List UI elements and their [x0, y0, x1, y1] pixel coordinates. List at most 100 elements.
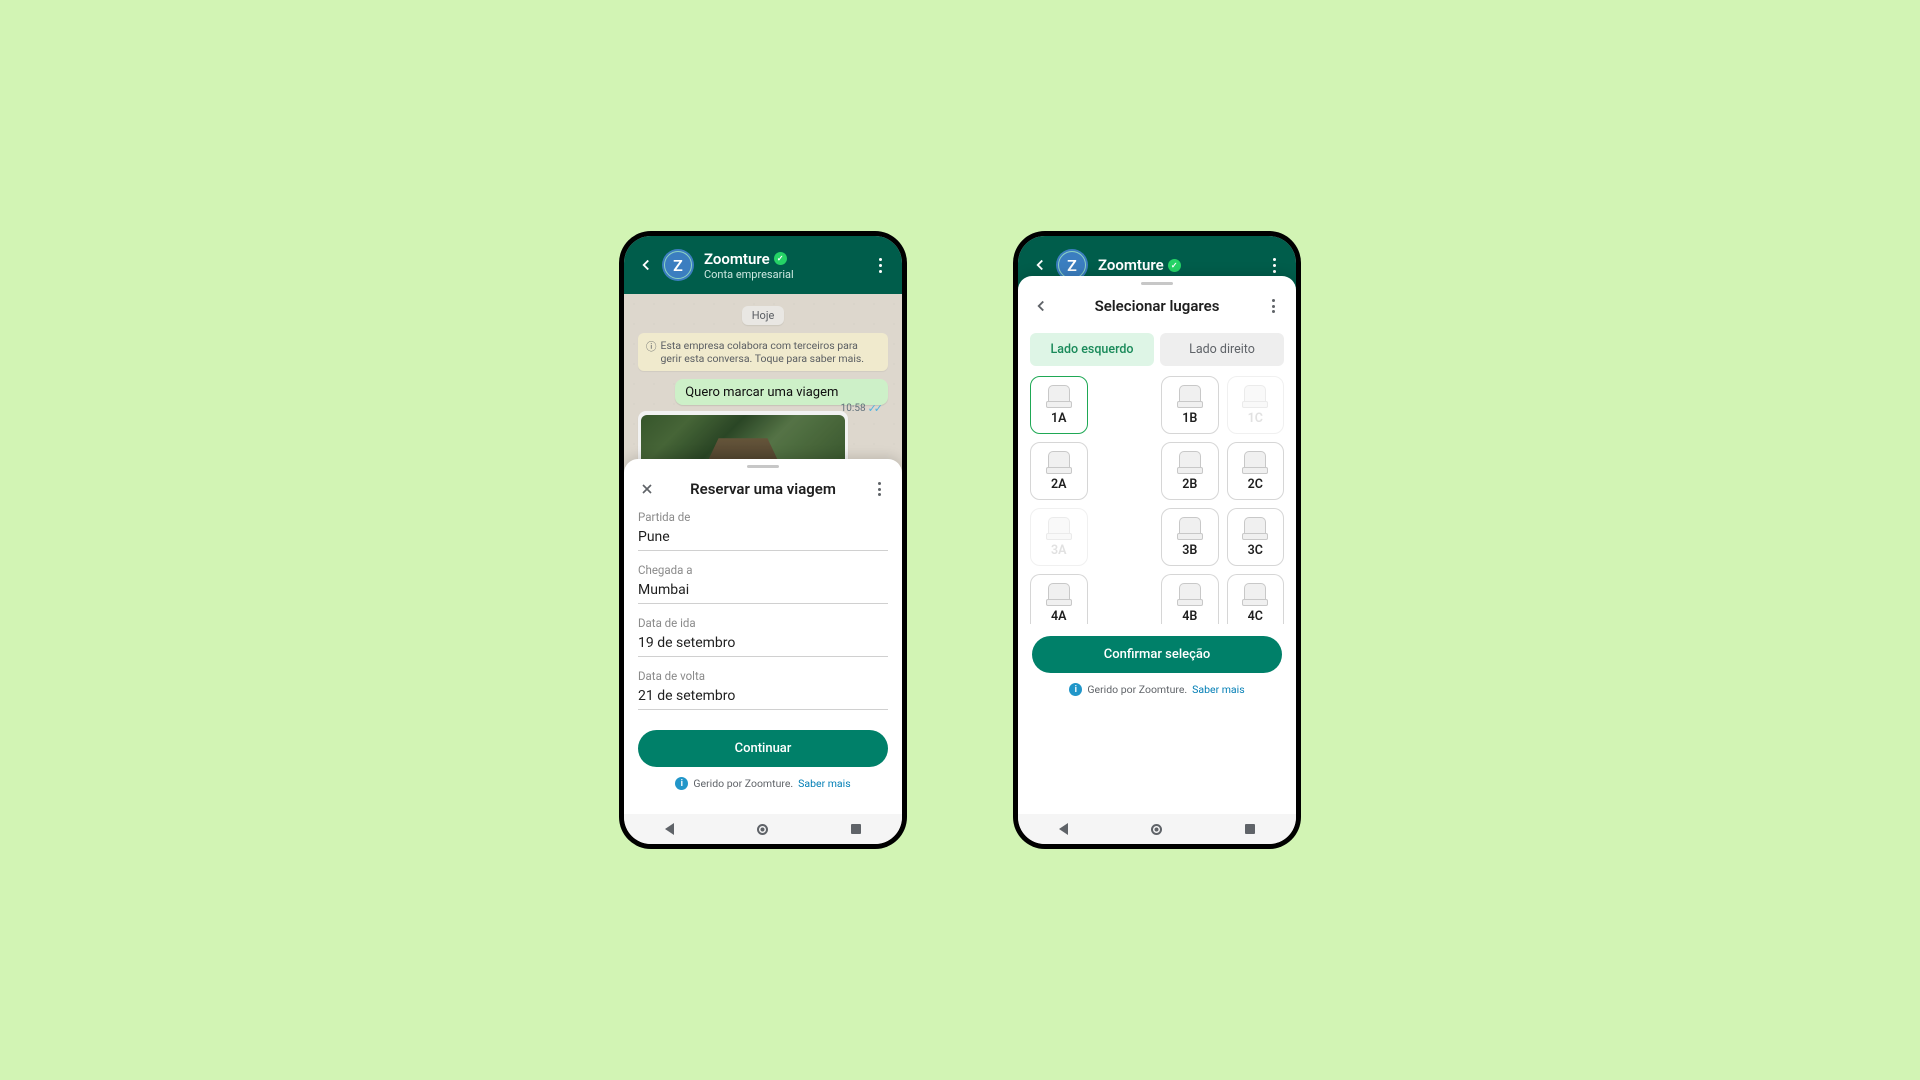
contact-name: Zoomture: [704, 250, 770, 268]
info-badge-icon: i: [675, 777, 688, 790]
seat-2c[interactable]: 2C: [1227, 442, 1285, 500]
managed-text: Gerido por Zoomture.: [1087, 683, 1187, 696]
field-value: 21 de setembro: [638, 685, 888, 710]
seat-3a: 3A: [1030, 508, 1088, 566]
phone-mockup-seats: Z Zoomture Selecionar lugares Lado esque…: [1013, 231, 1301, 849]
date-separator: Hoje: [742, 306, 785, 325]
contact-info[interactable]: Zoomture: [1098, 256, 1262, 274]
seat-icon: [1179, 517, 1201, 537]
seat-icon: [1244, 385, 1266, 405]
chat-header: Z Zoomture Conta empresarial: [624, 236, 902, 294]
sheet-title: Selecionar lugares: [1052, 297, 1262, 315]
booking-bottom-sheet: Reservar uma viagem Partida de Pune Cheg…: [624, 459, 902, 814]
seat-icon: [1048, 385, 1070, 405]
seat-2a[interactable]: 2A: [1030, 442, 1088, 500]
booking-form: Partida de Pune Chegada a Mumbai Data de…: [624, 510, 902, 710]
field-label: Chegada a: [638, 563, 888, 577]
field-label: Data de ida: [638, 616, 888, 630]
seat-grid: 1A 1B 1C 2A 2B 2C 3A 3B 3C 4A 4B 4C: [1018, 376, 1296, 624]
aisle: [1096, 442, 1154, 500]
seat-icon: [1179, 583, 1201, 603]
aisle: [1096, 574, 1154, 624]
seat-3b[interactable]: 3B: [1161, 508, 1219, 566]
seat-icon: [1244, 517, 1266, 537]
nav-home-icon[interactable]: [1151, 824, 1162, 835]
continue-button[interactable]: Continuar: [638, 730, 888, 767]
managed-by-row: i Gerido por Zoomture. Saber mais: [1018, 679, 1296, 706]
info-text: Esta empresa colabora com terceiros para…: [661, 339, 881, 365]
seat-icon: [1179, 451, 1201, 471]
learn-more-link[interactable]: Saber mais: [1192, 683, 1244, 696]
seat-4a[interactable]: 4A: [1030, 574, 1088, 624]
field-label: Partida de: [638, 510, 888, 524]
departure-field[interactable]: Partida de Pune: [638, 510, 888, 551]
read-ticks-icon: ✓✓: [868, 402, 880, 415]
confirm-selection-button[interactable]: Confirmar seleção: [1032, 636, 1282, 673]
seat-icon: [1179, 385, 1201, 405]
seat-icon: [1048, 451, 1070, 471]
business-info-notice[interactable]: ⓘ Esta empresa colabora com terceiros pa…: [638, 333, 888, 371]
more-options-icon[interactable]: [868, 258, 892, 273]
field-value: Pune: [638, 526, 888, 551]
sheet-more-icon[interactable]: [1262, 299, 1284, 313]
sheet-handle[interactable]: [747, 465, 779, 468]
seat-2b[interactable]: 2B: [1161, 442, 1219, 500]
sheet-title: Reservar uma viagem: [658, 480, 868, 498]
field-label: Data de volta: [638, 669, 888, 683]
nav-home-icon[interactable]: [757, 824, 768, 835]
sheet-header: Selecionar lugares: [1018, 289, 1296, 327]
return-date-field[interactable]: Data de volta 21 de setembro: [638, 669, 888, 710]
depart-date-field[interactable]: Data de ida 19 de setembro: [638, 616, 888, 657]
field-value: 19 de setembro: [638, 632, 888, 657]
message-meta: 10:58 ✓✓: [841, 402, 880, 415]
verified-badge-icon: [774, 252, 787, 265]
sheet-handle[interactable]: [1141, 282, 1173, 285]
seat-selection-sheet: Selecionar lugares Lado esquerdo Lado di…: [1018, 276, 1296, 814]
android-navbar: [1018, 814, 1296, 844]
nav-recent-icon[interactable]: [1245, 824, 1255, 834]
phone-mockup-booking: Z Zoomture Conta empresarial Hoje ⓘ Esta…: [619, 231, 907, 849]
avatar[interactable]: Z: [662, 249, 694, 281]
seat-3c[interactable]: 3C: [1227, 508, 1285, 566]
tab-right-side[interactable]: Lado direito: [1160, 333, 1284, 366]
message-time: 10:58: [841, 403, 866, 414]
more-options-icon[interactable]: [1262, 258, 1286, 273]
seat-1a[interactable]: 1A: [1030, 376, 1088, 434]
outgoing-message[interactable]: Quero marcar uma viagem 10:58 ✓✓: [675, 379, 888, 405]
learn-more-link[interactable]: Saber mais: [798, 777, 850, 790]
seat-icon: [1244, 451, 1266, 471]
nav-back-icon[interactable]: [665, 823, 674, 835]
back-icon[interactable]: [1028, 253, 1052, 277]
verified-badge-icon: [1168, 259, 1181, 272]
seat-icon: [1244, 583, 1266, 603]
back-icon[interactable]: [1030, 295, 1052, 317]
field-value: Mumbai: [638, 579, 888, 604]
managed-text: Gerido por Zoomture.: [693, 777, 793, 790]
seat-icon: [1048, 583, 1070, 603]
seat-icon: [1048, 517, 1070, 537]
nav-back-icon[interactable]: [1059, 823, 1068, 835]
account-type: Conta empresarial: [704, 268, 868, 281]
back-icon[interactable]: [634, 253, 658, 277]
nav-recent-icon[interactable]: [851, 824, 861, 834]
info-badge-icon: i: [1069, 683, 1082, 696]
contact-name: Zoomture: [1098, 256, 1164, 274]
side-tabs: Lado esquerdo Lado direito: [1018, 327, 1296, 376]
screen: Z Zoomture Conta empresarial Hoje ⓘ Esta…: [624, 236, 902, 844]
message-text: Quero marcar uma viagem: [685, 385, 838, 400]
contact-info[interactable]: Zoomture Conta empresarial: [704, 250, 868, 281]
seat-4c[interactable]: 4C: [1227, 574, 1285, 624]
screen: Z Zoomture Selecionar lugares Lado esque…: [1018, 236, 1296, 844]
seat-1c: 1C: [1227, 376, 1285, 434]
seat-1b[interactable]: 1B: [1161, 376, 1219, 434]
sheet-header: Reservar uma viagem: [624, 472, 902, 510]
aisle: [1096, 508, 1154, 566]
close-icon[interactable]: [636, 478, 658, 500]
info-icon: ⓘ: [646, 339, 657, 365]
seat-4b[interactable]: 4B: [1161, 574, 1219, 624]
arrival-field[interactable]: Chegada a Mumbai: [638, 563, 888, 604]
managed-by-row: i Gerido por Zoomture. Saber mais: [624, 773, 902, 800]
aisle: [1096, 376, 1154, 434]
tab-left-side[interactable]: Lado esquerdo: [1030, 333, 1154, 366]
sheet-more-icon[interactable]: [868, 482, 890, 496]
